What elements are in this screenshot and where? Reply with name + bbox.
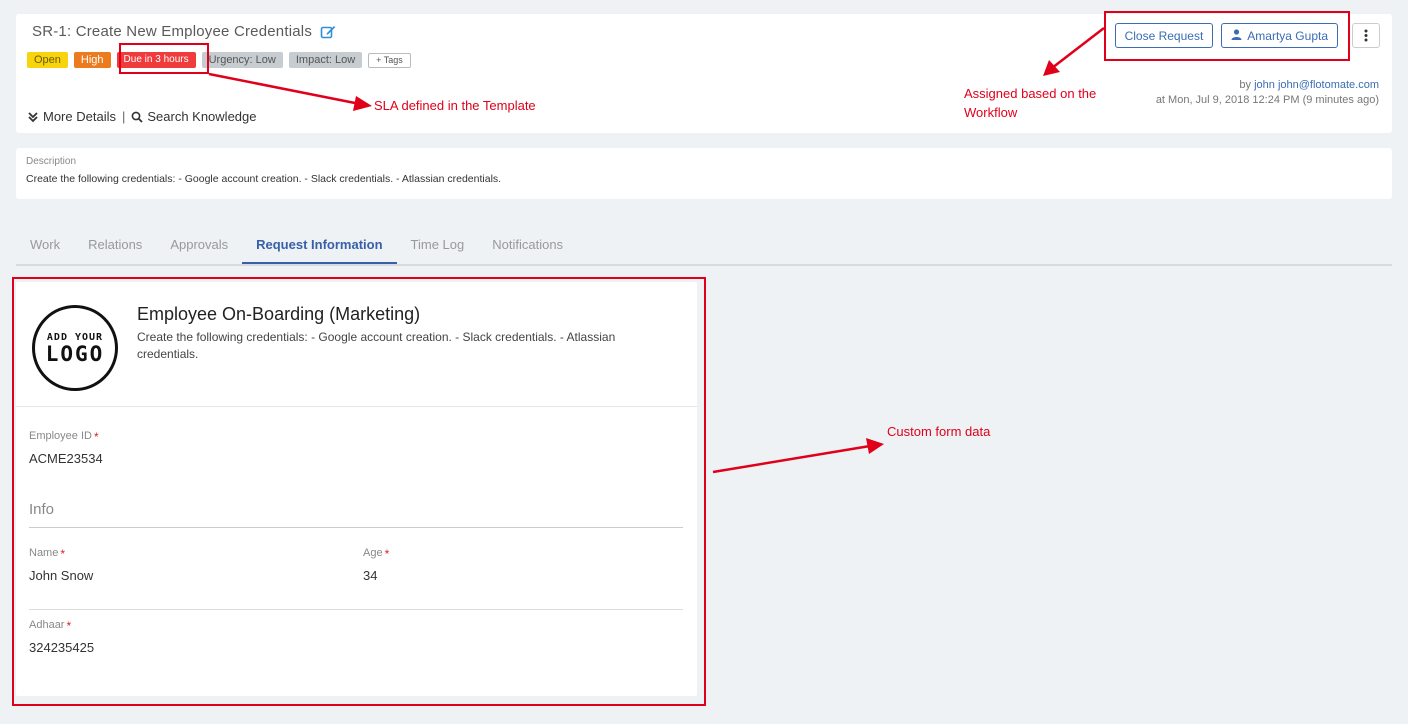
- form-arrow-head: [866, 438, 884, 454]
- form-arrow-line: [712, 444, 871, 474]
- sla-arrow-line: [208, 72, 361, 106]
- assignee-arrow-line: [1051, 27, 1105, 69]
- annotation-arrows: [208, 27, 1105, 474]
- sla-arrow-head: [353, 96, 372, 111]
